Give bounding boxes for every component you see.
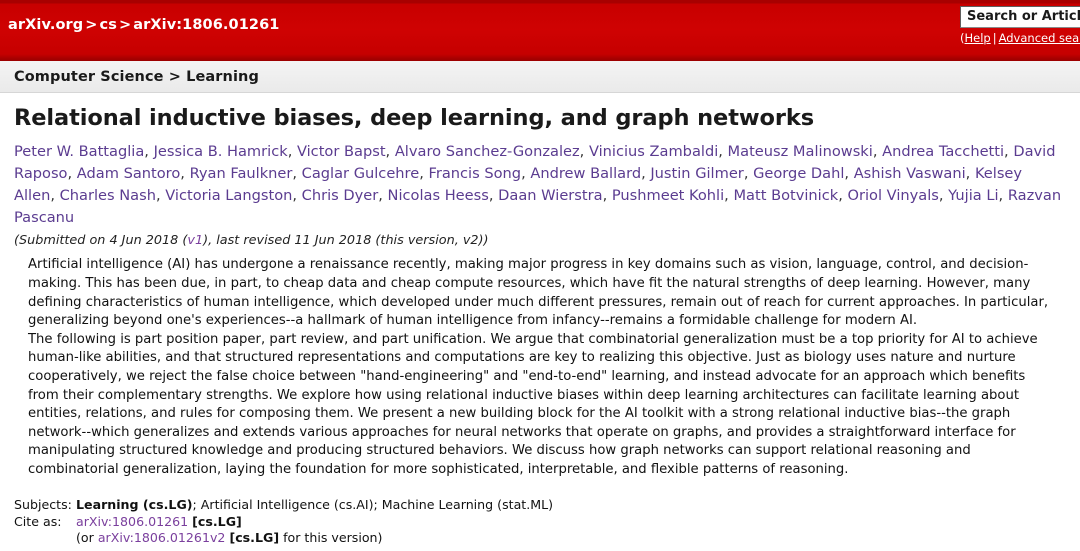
author-link[interactable]: Pushmeet Kohli bbox=[612, 187, 724, 204]
author-link[interactable]: Daan Wierstra bbox=[498, 187, 602, 204]
author-link[interactable]: Oriol Vinyals bbox=[848, 187, 939, 204]
page-title: Relational inductive biases, deep learni… bbox=[14, 105, 815, 131]
cite-as-label: Cite as: bbox=[14, 513, 62, 529]
help-link[interactable]: Help bbox=[965, 31, 991, 45]
author-link[interactable]: Vinicius Zambaldi bbox=[589, 143, 718, 160]
submitted-suffix: ), last revised 11 Jun 2018 (this versio… bbox=[203, 233, 489, 249]
version-v1-link[interactable]: v1 bbox=[187, 233, 203, 248]
author-link[interactable]: Jessica B. Hamrick bbox=[154, 143, 288, 160]
abstract-block: Artificial intelligence (AI) has undergo… bbox=[28, 256, 1066, 479]
cite-version-link[interactable]: arXiv:1806.01261v2 bbox=[98, 530, 226, 545]
author-link[interactable]: Yujia Li bbox=[948, 187, 998, 204]
advanced-search-link[interactable]: Advanced search bbox=[999, 31, 1080, 45]
author-separator: , bbox=[521, 164, 531, 182]
top-breadcrumb: arXiv.org > cs > arXiv:1806.01261 bbox=[8, 17, 279, 33]
author-link[interactable]: Andrea Tacchetti bbox=[882, 143, 1004, 160]
author-separator: , bbox=[385, 142, 395, 160]
author-link[interactable]: Matt Botvinick bbox=[733, 187, 838, 204]
subjects-value: Learning (cs.LG); Artificial Intelligenc… bbox=[76, 497, 1066, 514]
site-header: arXiv.org > cs > arXiv:1806.01261 Search or … bbox=[0, 0, 1080, 61]
subjects-label: Subjects: bbox=[14, 497, 72, 513]
author-separator: , bbox=[144, 142, 154, 160]
author-separator: , bbox=[292, 164, 302, 182]
author-link[interactable]: Charles Nash bbox=[60, 187, 156, 204]
cite-as-link[interactable]: arXiv:1806.01261 bbox=[76, 514, 188, 529]
subject-breadcrumb-text[interactable]: Computer Science > Learning bbox=[14, 69, 259, 85]
author-separator: , bbox=[292, 186, 302, 204]
author-link[interactable]: Alvaro Sanchez-Gonzalez bbox=[395, 143, 580, 160]
cite-as-row: Cite as: arXiv:1806.01261 [cs.LG] (or ar… bbox=[14, 514, 1066, 547]
cite-version-suffix: for this version) bbox=[279, 530, 383, 546]
cite-as-version-line: (or arXiv:1806.01261v2 [cs.LG] for this … bbox=[76, 530, 1066, 547]
author-list: Peter W. Battaglia, Jessica B. Hamrick, … bbox=[14, 141, 1066, 230]
search-help-links: (Help|Advanced search bbox=[960, 31, 1080, 45]
breadcrumb-link-cs[interactable]: cs bbox=[100, 17, 117, 33]
breadcrumb-link-identifier[interactable]: arXiv:1806.01261 bbox=[133, 17, 279, 33]
metadata-table: Subjects: Learning (cs.LG); Artificial I… bbox=[14, 497, 1066, 547]
author-link[interactable]: Victoria Langston bbox=[165, 187, 292, 204]
author-separator: , bbox=[998, 186, 1008, 204]
author-separator: , bbox=[180, 164, 190, 182]
cite-version-prefix: (or bbox=[76, 530, 98, 546]
author-separator: , bbox=[155, 186, 166, 204]
breadcrumb-separator-1: > bbox=[85, 17, 98, 33]
author-link[interactable]: Caglar Gulcehre bbox=[302, 165, 420, 182]
author-separator: , bbox=[488, 186, 499, 204]
breadcrumb-link-arxiv[interactable]: arXiv.org bbox=[8, 17, 83, 33]
author-link[interactable]: Mateusz Malinowski bbox=[728, 143, 873, 160]
author-link[interactable]: Chris Dyer bbox=[302, 187, 379, 204]
breadcrumb-separator-2: > bbox=[118, 17, 132, 33]
search-input[interactable]: Search or Article-id bbox=[960, 6, 1080, 28]
author-link[interactable]: Nicolas Heess bbox=[388, 187, 489, 204]
author-separator: , bbox=[718, 142, 728, 160]
author-separator: , bbox=[938, 186, 949, 204]
author-link[interactable]: Adam Santoro bbox=[77, 165, 181, 182]
author-separator: , bbox=[1004, 142, 1014, 160]
author-link[interactable]: Ryan Faulkner bbox=[190, 165, 293, 182]
subjects-rest: ; Artificial Intelligence (cs.AI); Machi… bbox=[192, 497, 554, 513]
author-separator: , bbox=[579, 142, 589, 160]
submission-history: (Submitted on 4 Jun 2018 (v1), last revi… bbox=[14, 233, 1066, 248]
search-area: Search or Article-id (Help|Advanced sear… bbox=[960, 6, 1080, 45]
author-link[interactable]: Peter W. Battaglia bbox=[14, 143, 144, 160]
author-separator: , bbox=[378, 186, 388, 204]
subjects-row: Subjects: Learning (cs.LG); Artificial I… bbox=[14, 497, 1066, 514]
author-separator: , bbox=[287, 142, 297, 160]
links-pipe: | bbox=[992, 31, 997, 45]
cite-as-value: arXiv:1806.01261 [cs.LG] (or arXiv:1806.… bbox=[76, 514, 1066, 547]
author-separator: , bbox=[67, 164, 77, 182]
author-separator: , bbox=[50, 186, 60, 204]
author-link[interactable]: Justin Gilmer bbox=[650, 165, 743, 182]
author-separator: , bbox=[602, 186, 612, 204]
author-link[interactable]: Ashish Vaswani bbox=[854, 165, 966, 182]
cite-as-tag: [cs.LG] bbox=[192, 513, 242, 529]
author-link[interactable]: Andrew Ballard bbox=[530, 165, 641, 182]
cite-as-primary: arXiv:1806.01261 [cs.LG] bbox=[76, 514, 1066, 531]
author-separator: , bbox=[641, 164, 651, 182]
abstract-paragraph-2: The following is part position paper, pa… bbox=[28, 331, 1038, 477]
author-link[interactable]: George Dahl bbox=[753, 165, 844, 182]
author-separator: , bbox=[743, 164, 754, 182]
author-separator: , bbox=[965, 164, 975, 182]
author-separator: , bbox=[838, 186, 848, 204]
author-link[interactable]: Francis Song bbox=[429, 165, 522, 182]
abstract-paragraph-1: Artificial intelligence (AI) has undergo… bbox=[28, 257, 1049, 329]
author-link[interactable]: Victor Bapst bbox=[297, 143, 386, 160]
cite-version-tag: [cs.LG] bbox=[229, 530, 280, 546]
subject-breadcrumb-bar: Computer Science > Learning bbox=[0, 61, 1080, 93]
subjects-primary: Learning (cs.LG) bbox=[76, 497, 193, 513]
main-content: Relational inductive biases, deep learni… bbox=[0, 105, 1080, 547]
author-separator: , bbox=[419, 164, 429, 182]
submitted-prefix: (Submitted on 4 Jun 2018 ( bbox=[14, 233, 188, 249]
author-separator: , bbox=[872, 142, 883, 160]
author-separator: , bbox=[844, 164, 854, 182]
